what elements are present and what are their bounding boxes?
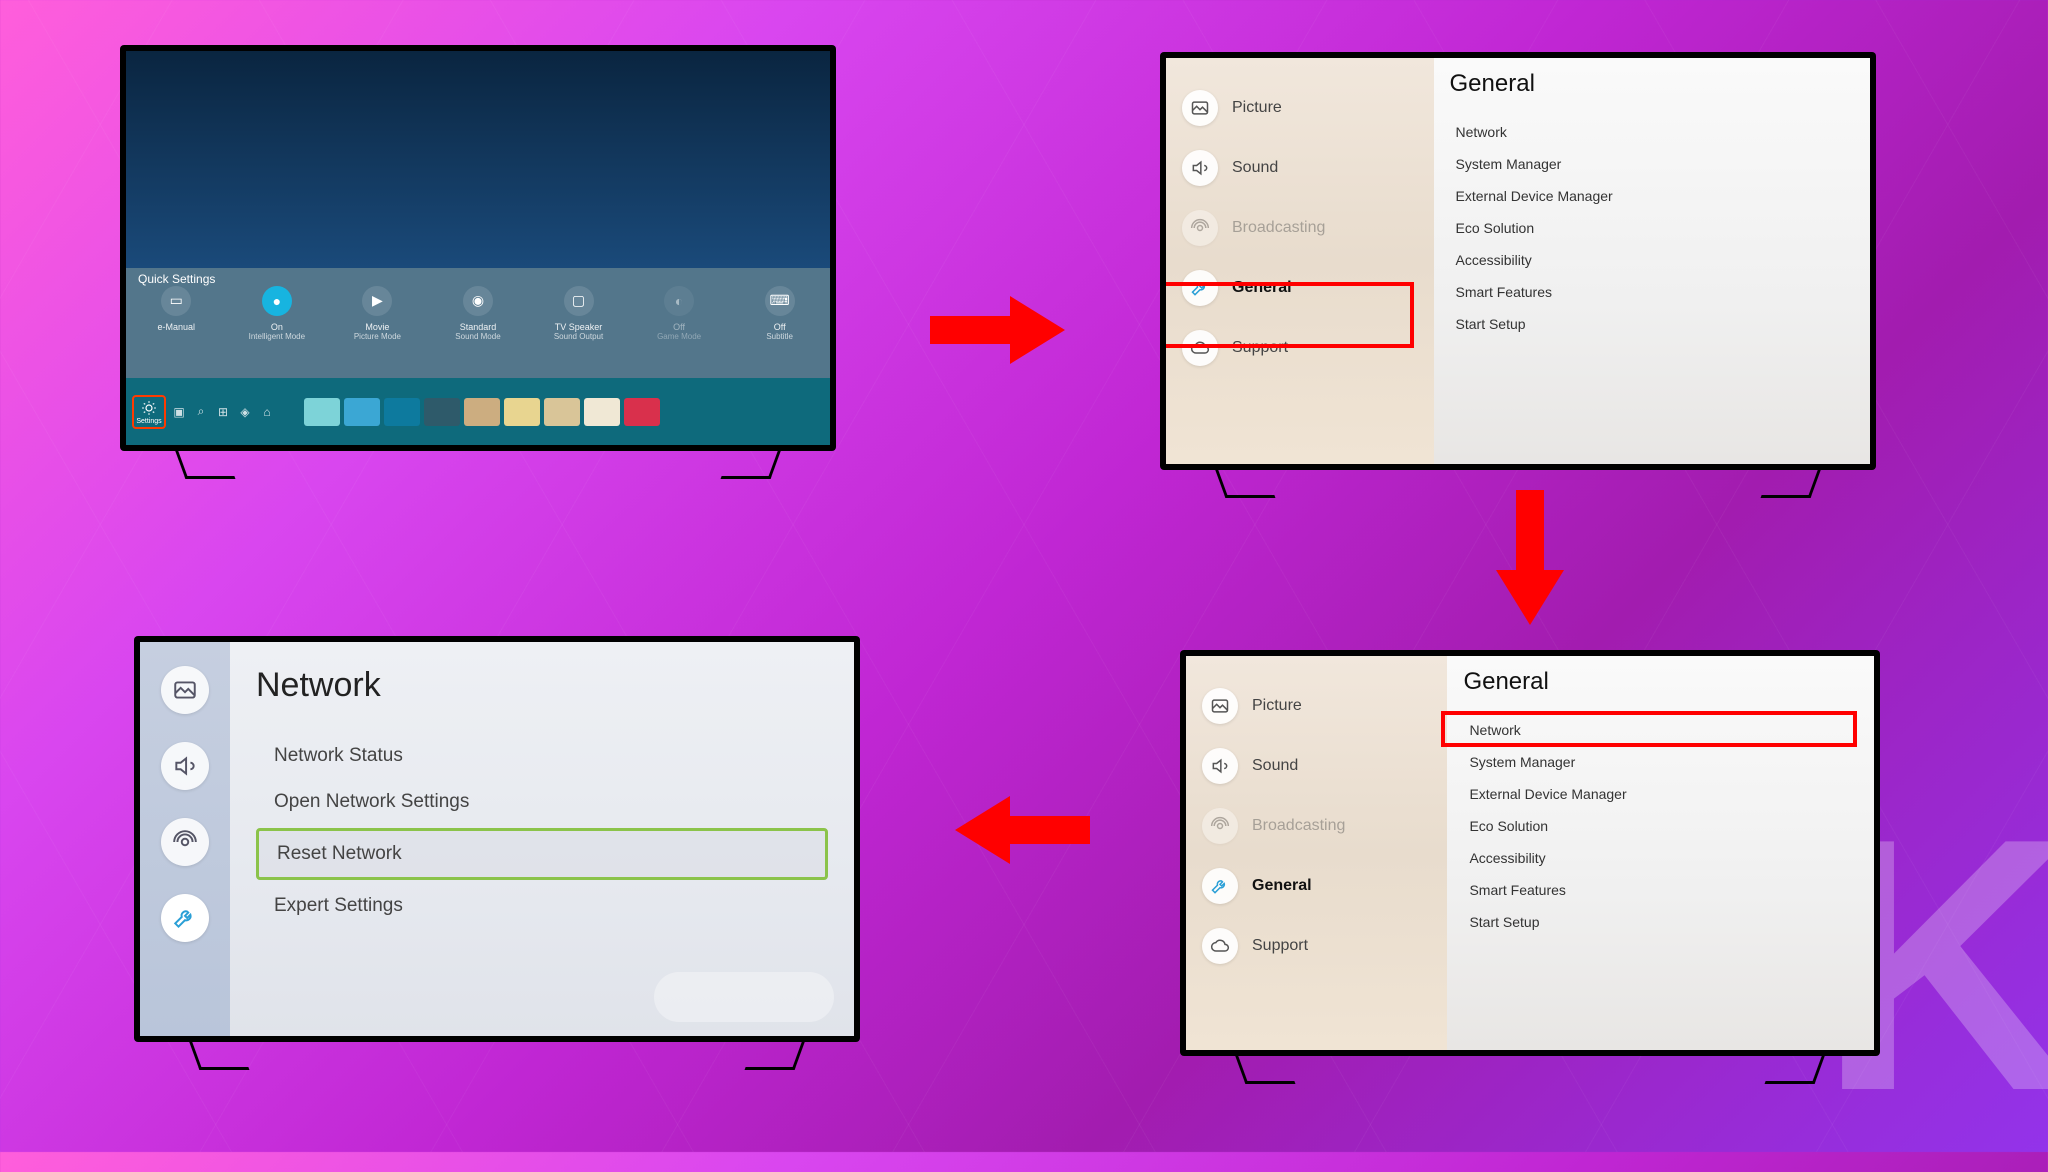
input-icon[interactable]: ▣ [170, 405, 188, 419]
app-tile[interactable] [544, 398, 580, 426]
qs-item-intelligent[interactable]: ● On Intelligent Mode [241, 286, 313, 341]
menu-system-manager[interactable]: System Manager [1450, 148, 1854, 180]
side-picture-icon[interactable] [161, 666, 209, 714]
menu-system-manager[interactable]: System Manager [1463, 746, 1858, 778]
tv-step3: Picture Sound Broadcasting General Suppo… [1180, 650, 1880, 1056]
sidebar-picture[interactable]: Picture [1166, 78, 1434, 138]
app-tile[interactable] [344, 398, 380, 426]
home-icon[interactable]: ⌂ [258, 405, 276, 419]
panel-title: General [1450, 70, 1854, 98]
settings-button[interactable]: Settings [132, 395, 166, 429]
app-tile[interactable] [424, 398, 460, 426]
play-icon: ▶ [362, 286, 392, 316]
tv-speaker-icon: ▢ [564, 286, 594, 316]
menu-network-status[interactable]: Network Status [256, 733, 828, 779]
gear-icon [140, 399, 158, 417]
sidebar-sound[interactable]: Sound [1186, 736, 1447, 796]
cloud-icon [1210, 936, 1230, 956]
app-tile[interactable] [464, 398, 500, 426]
side-broadcast-icon[interactable] [161, 818, 209, 866]
game-icon: ◐ [664, 286, 694, 316]
sidebar-support[interactable]: Support [1186, 916, 1447, 976]
app-tile[interactable] [504, 398, 540, 426]
side-sound-icon[interactable] [161, 742, 209, 790]
menu-eco-solution[interactable]: Eco Solution [1463, 810, 1858, 842]
arrow-right-icon [930, 290, 1070, 370]
book-icon: ▭ [161, 286, 191, 316]
menu-open-network-settings[interactable]: Open Network Settings [256, 779, 828, 825]
qs-item-output[interactable]: ▢ TV Speaker Sound Output [543, 286, 615, 341]
app-tile[interactable] [304, 398, 340, 426]
menu-smart-features[interactable]: Smart Features [1463, 874, 1858, 906]
menu-external-device[interactable]: External Device Manager [1450, 180, 1854, 212]
broadcast-icon [1210, 816, 1230, 836]
wrench-icon [1210, 876, 1230, 896]
app-tile[interactable] [384, 398, 420, 426]
sidebar-sound[interactable]: Sound [1166, 138, 1434, 198]
broadcast-icon [1190, 218, 1210, 238]
sound-icon [1190, 158, 1210, 178]
tv-step4: Network Network Status Open Network Sett… [134, 636, 860, 1042]
menu-eco-solution[interactable]: Eco Solution [1450, 212, 1854, 244]
qs-item-sound[interactable]: ◉ Standard Sound Mode [442, 286, 514, 341]
sidebar-broadcasting: Broadcasting [1186, 796, 1447, 856]
search-icon[interactable]: ⌕ [192, 404, 210, 419]
app-tile[interactable] [624, 398, 660, 426]
menu-external-device[interactable]: External Device Manager [1463, 778, 1858, 810]
menu-start-setup[interactable]: Start Setup [1450, 308, 1854, 340]
qs-item-picture[interactable]: ▶ Movie Picture Mode [341, 286, 413, 341]
sidebar-general[interactable]: General [1186, 856, 1447, 916]
qs-item-emanual[interactable]: ▭ e-Manual [140, 286, 212, 341]
menu-smart-features[interactable]: Smart Features [1450, 276, 1854, 308]
menu-reset-network[interactable]: Reset Network [256, 828, 828, 880]
panel-title: General [1463, 668, 1858, 696]
subtitle-icon: ⌨ [765, 286, 795, 316]
sidebar-broadcasting: Broadcasting [1166, 198, 1434, 258]
arrow-left-icon [950, 790, 1090, 870]
sidebar-picture[interactable]: Picture [1186, 676, 1447, 736]
sound-icon [1210, 756, 1230, 776]
tv-step1: Quick Settings ▭ e-Manual ● On Intellige… [120, 45, 836, 451]
menu-expert-settings[interactable]: Expert Settings [256, 883, 828, 929]
menu-accessibility[interactable]: Accessibility [1463, 842, 1858, 874]
highlight-network [1441, 711, 1857, 747]
tv-step2: Picture Sound Broadcasting General Suppo… [1160, 52, 1876, 470]
menu-start-setup[interactable]: Start Setup [1463, 906, 1858, 938]
qs-item-game[interactable]: ◐ Off Game Mode [643, 286, 715, 341]
apps-icon[interactable]: ⊞ [214, 405, 232, 419]
side-general-icon[interactable] [161, 894, 209, 942]
ambient-icon[interactable]: ◈ [236, 405, 254, 419]
quick-settings-label: Quick Settings [138, 272, 215, 286]
faded-pill [654, 972, 834, 1022]
menu-accessibility[interactable]: Accessibility [1450, 244, 1854, 276]
intelligent-icon: ● [262, 286, 292, 316]
network-title: Network [256, 666, 828, 705]
picture-icon [1210, 696, 1230, 716]
qs-item-subtitle[interactable]: ⌨ Off Subtitle [744, 286, 816, 341]
app-tile[interactable] [584, 398, 620, 426]
picture-icon [1190, 98, 1210, 118]
highlight-general [1166, 282, 1414, 348]
sound-mode-icon: ◉ [463, 286, 493, 316]
arrow-down-icon [1490, 490, 1570, 630]
menu-network[interactable]: Network [1450, 116, 1854, 148]
